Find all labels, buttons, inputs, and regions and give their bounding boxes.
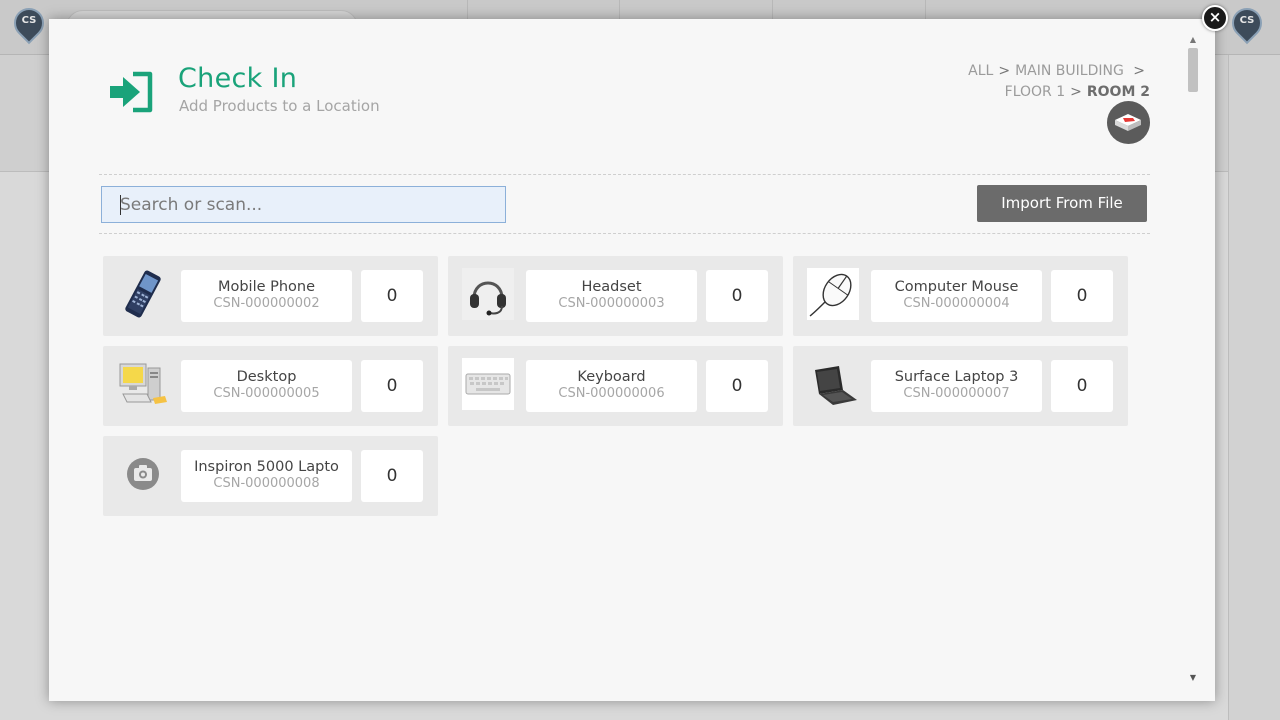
- laptop-icon: [807, 358, 859, 410]
- divider: [99, 174, 1150, 175]
- product-code: CSN-000000004: [903, 296, 1010, 311]
- product-tile: Computer Mouse CSN-000000004 0: [793, 256, 1128, 336]
- breadcrumb-separator: >: [998, 63, 1011, 79]
- product-name: Surface Laptop 3: [894, 369, 1019, 385]
- product-info[interactable]: Surface Laptop 3 CSN-000000007: [871, 360, 1042, 412]
- text-caret: [120, 195, 121, 215]
- product-name: Computer Mouse: [894, 279, 1019, 295]
- quantity-field[interactable]: 0: [361, 450, 423, 502]
- breadcrumb-floor-1[interactable]: FLOOR 1: [1005, 84, 1065, 100]
- product-tile: Surface Laptop 3 CSN-000000007 0: [793, 346, 1128, 426]
- quantity-field[interactable]: 0: [361, 360, 423, 412]
- search-input[interactable]: [101, 186, 506, 223]
- product-code: CSN-000000005: [213, 386, 320, 401]
- product-code: CSN-000000002: [213, 296, 320, 311]
- breadcrumb: ALL > MAIN BUILDING > FLOOR 1 > ROOM 2: [890, 61, 1150, 103]
- product-name: Keyboard: [577, 369, 646, 385]
- background-right-column: [1228, 55, 1280, 720]
- product-code: CSN-000000003: [558, 296, 665, 311]
- scroll-thumb[interactable]: [1188, 48, 1198, 92]
- product-tile: Keyboard CSN-000000006 0: [448, 346, 783, 426]
- product-tile: Desktop CSN-000000005 0: [103, 346, 438, 426]
- close-modal-button[interactable]: ×: [1202, 5, 1228, 31]
- breadcrumb-current: ROOM 2: [1086, 84, 1150, 100]
- room-location-icon[interactable]: [1107, 101, 1150, 144]
- modal-title: Check In: [178, 63, 298, 94]
- quantity-field[interactable]: 0: [706, 270, 768, 322]
- breadcrumb-separator: >: [1133, 63, 1145, 79]
- scroll-down-arrow-icon[interactable]: ▼: [1186, 672, 1200, 684]
- quantity-field[interactable]: 0: [1051, 360, 1113, 412]
- headset-icon: [462, 268, 514, 320]
- breadcrumb-main-building[interactable]: MAIN BUILDING: [1015, 63, 1124, 79]
- scroll-up-arrow-icon[interactable]: ▲: [1186, 34, 1200, 46]
- product-info[interactable]: Inspiron 5000 Lapto CSN-000000008: [181, 450, 352, 502]
- product-code: CSN-000000007: [903, 386, 1010, 401]
- room-box-icon: [1115, 114, 1141, 131]
- quantity-field[interactable]: 0: [1051, 270, 1113, 322]
- modal-subtitle: Add Products to a Location: [179, 97, 380, 115]
- product-tile: Headset CSN-000000003 0: [448, 256, 783, 336]
- product-name: Inspiron 5000 Lapto: [194, 459, 339, 475]
- import-from-file-button[interactable]: Import From File: [977, 185, 1147, 222]
- product-info[interactable]: Desktop CSN-000000005: [181, 360, 352, 412]
- product-code: CSN-000000008: [213, 476, 320, 491]
- product-info[interactable]: Computer Mouse CSN-000000004: [871, 270, 1042, 322]
- scrollbar[interactable]: ▲ ▼: [1186, 34, 1200, 689]
- product-name: Headset: [581, 279, 642, 295]
- product-tile: Inspiron 5000 Lapto CSN-000000008 0: [103, 436, 438, 516]
- product-info[interactable]: Headset CSN-000000003: [526, 270, 697, 322]
- desktop-icon: [117, 358, 169, 410]
- check-in-modal: Check In Add Products to a Location ALL >…: [49, 19, 1215, 701]
- quantity-field[interactable]: 0: [706, 360, 768, 412]
- camera-placeholder-icon: [117, 448, 169, 500]
- product-info[interactable]: Keyboard CSN-000000006: [526, 360, 697, 412]
- product-name: Mobile Phone: [217, 279, 316, 295]
- keyboard-icon: [462, 358, 514, 410]
- quantity-field[interactable]: 0: [361, 270, 423, 322]
- check-in-icon: [110, 71, 153, 113]
- user-avatar: CS: [1225, 1, 1269, 46]
- product-name: Desktop: [236, 369, 297, 385]
- product-tile: Mobile Phone CSN-000000002 0: [103, 256, 438, 336]
- breadcrumb-separator: >: [1070, 84, 1082, 100]
- computer-mouse-icon: [807, 268, 859, 320]
- divider: [99, 233, 1150, 234]
- breadcrumb-all[interactable]: ALL: [968, 63, 993, 79]
- app-logo: CS: [7, 1, 51, 46]
- product-info[interactable]: Mobile Phone CSN-000000002: [181, 270, 352, 322]
- mobile-phone-icon: [117, 268, 169, 320]
- product-code: CSN-000000006: [558, 386, 665, 401]
